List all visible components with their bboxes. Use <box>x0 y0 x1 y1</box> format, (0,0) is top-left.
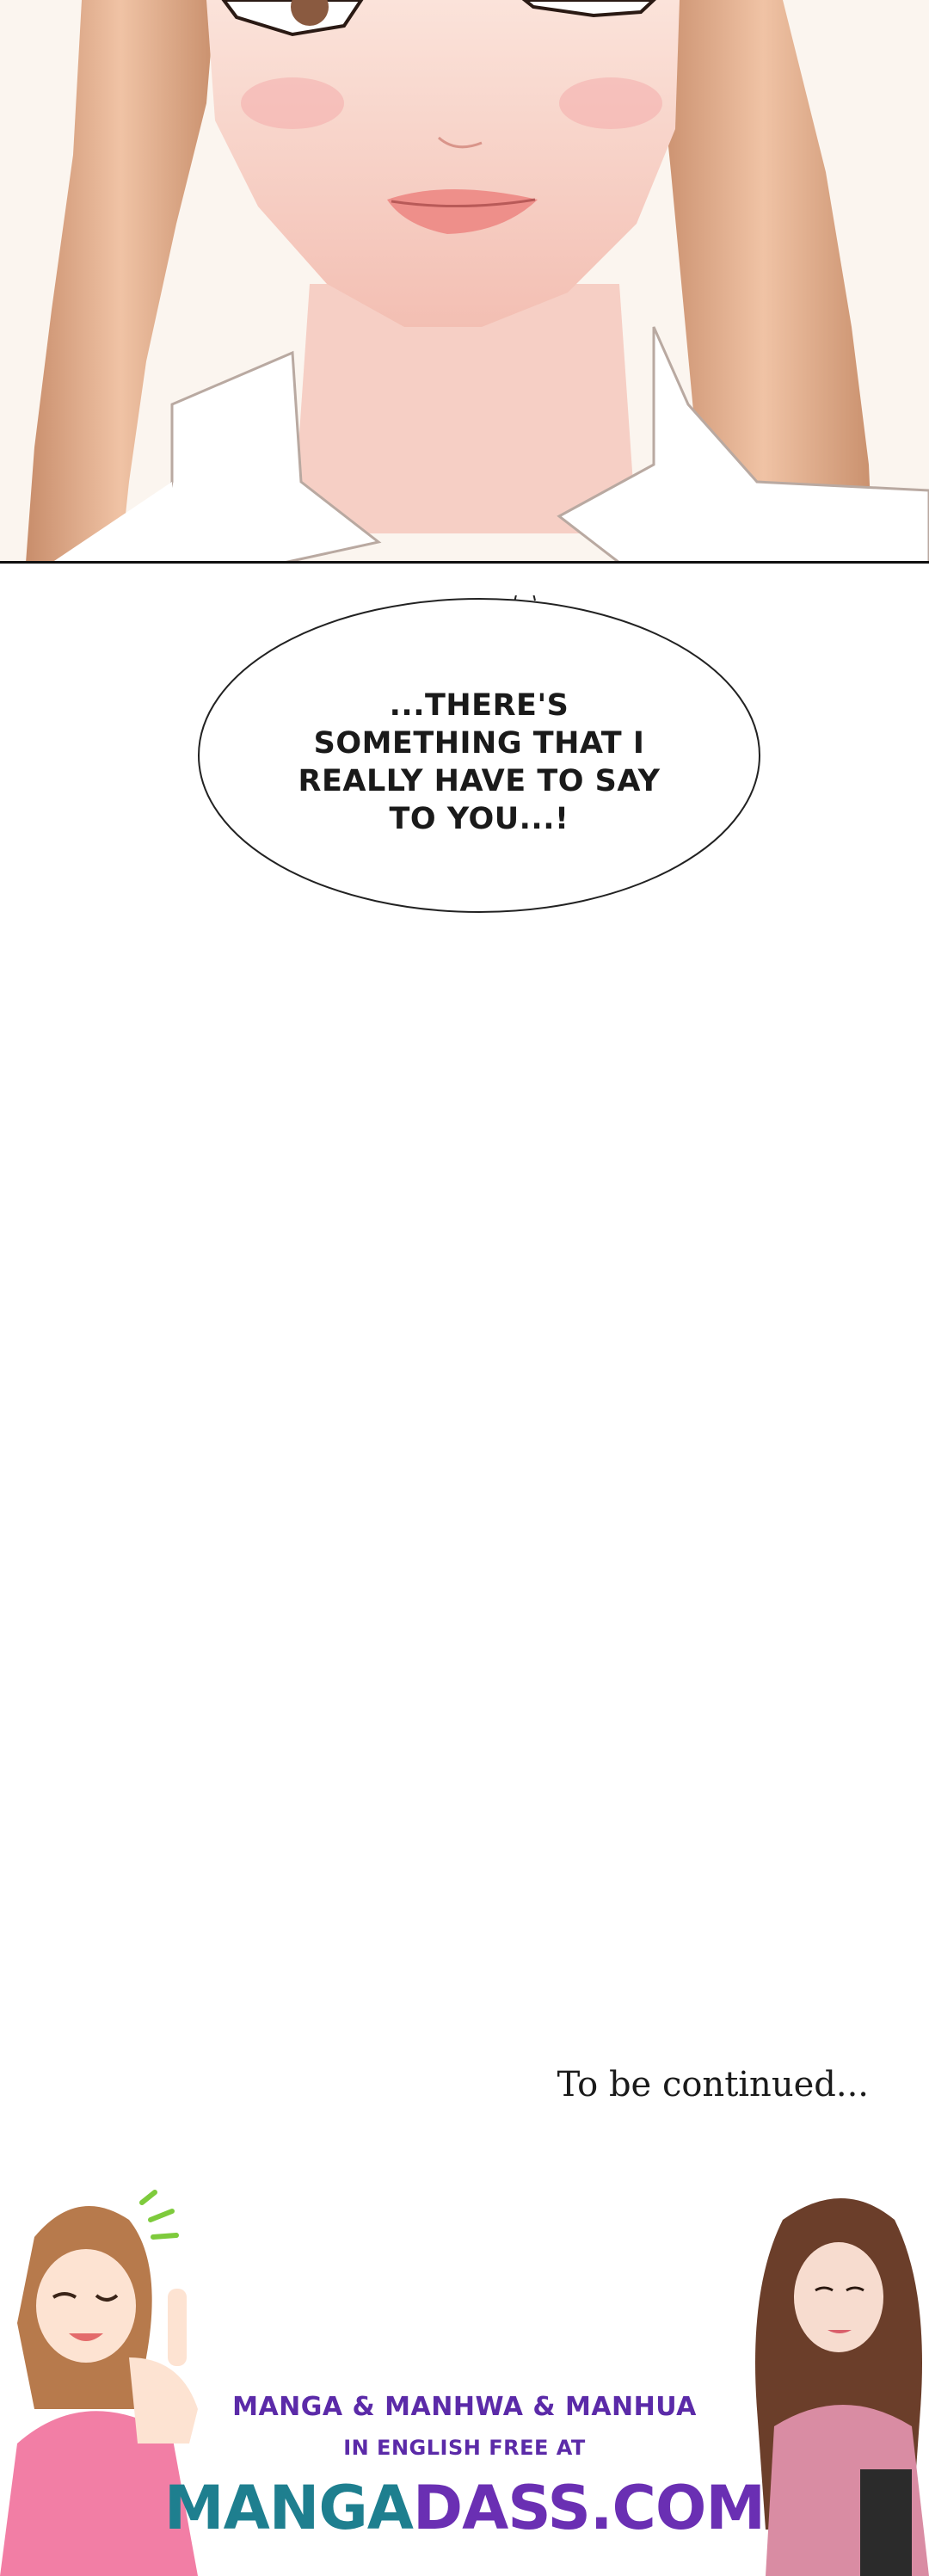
bubble-line: ...THERE'S <box>389 688 569 723</box>
speech-bubble-text: ...THERE'S SOMETHING THAT I REALLY HAVE … <box>196 687 762 838</box>
promo-site-link[interactable]: MANGADASS.COM <box>0 2473 929 2543</box>
brand-part1: MANGA <box>163 2473 414 2543</box>
panel-border <box>0 561 929 564</box>
bubble-line: TO YOU...! <box>389 802 569 836</box>
promo-subtagline: IN ENGLISH FREE AT <box>343 2436 586 2460</box>
bubble-line: SOMETHING THAT I <box>313 726 645 761</box>
promo-banner[interactable]: MANGA & MANHWA & MANHUA IN ENGLISH FREE … <box>0 2185 929 2576</box>
bubble-line: REALLY HAVE TO SAY <box>298 764 661 798</box>
character-illustration <box>26 0 929 563</box>
promo-tagline: MANGA & MANHWA & MANHUA <box>232 2392 697 2422</box>
to-be-continued-text: To be continued... <box>557 2065 869 2105</box>
brand-part2: DASS.COM <box>412 2473 766 2543</box>
comic-panel-portrait <box>0 0 929 563</box>
